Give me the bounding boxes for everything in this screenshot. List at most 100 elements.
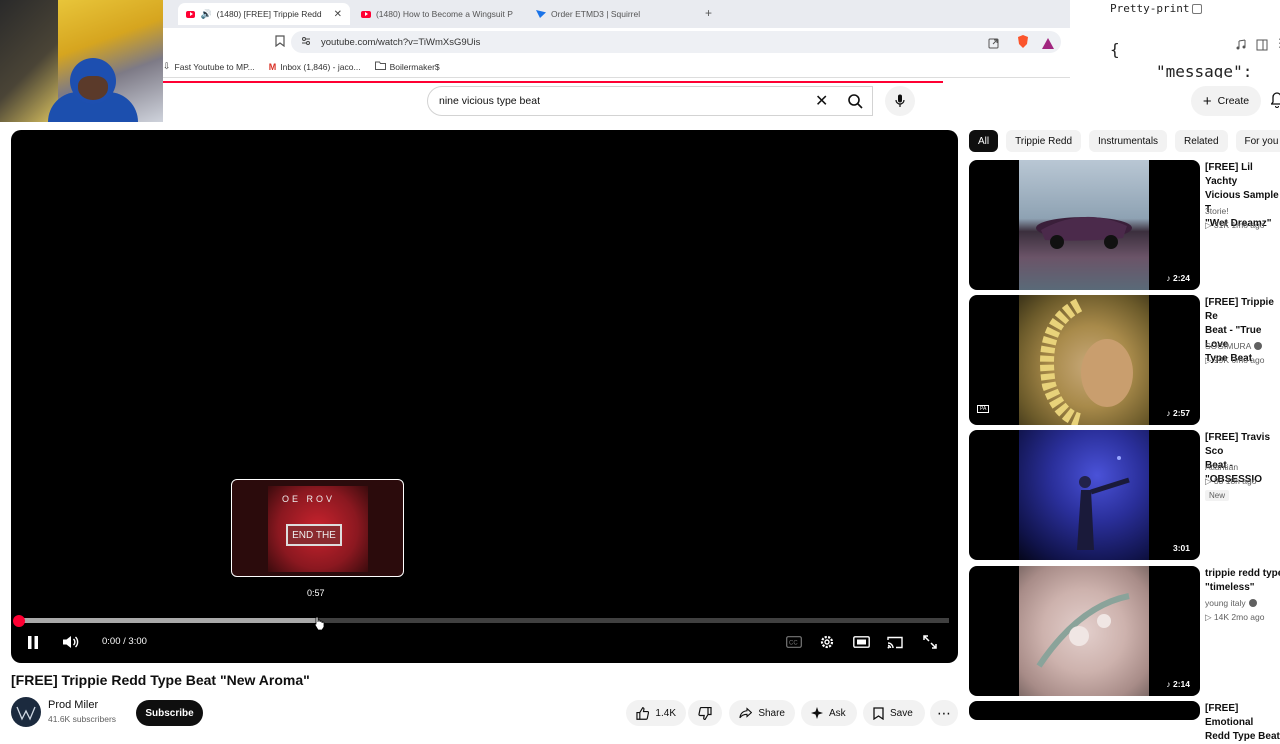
tab-wingsuit[interactable]: (1480) How to Become a Wingsuit P: [353, 3, 523, 25]
recommendation-item[interactable]: ♪ 2:24 [FREE] Lil Yachty Vicious Sample …: [969, 160, 1280, 290]
recommendation-item[interactable]: PA ♪ 2:57 [FREE] Trippie Re Beat - "True…: [969, 295, 1280, 425]
video-title: [FREE] Trippie Redd Type Beat "New Aroma…: [11, 672, 310, 688]
more-actions-button[interactable]: ⋯: [930, 700, 958, 726]
bookmark-fast-youtube[interactable]: ⇩ Fast Youtube to MP...: [163, 61, 255, 72]
close-tab-icon[interactable]: ✕: [334, 9, 342, 20]
tab-title: (1480) How to Become a Wingsuit P: [375, 9, 513, 19]
bookmark-label: Fast Youtube to MP...: [174, 61, 255, 72]
recommendation-item[interactable]: ♪ 2:14 trippie redd type "timeless" youn…: [969, 566, 1280, 696]
recommendation-meta: ▷ 31K 1mo ago: [1205, 220, 1265, 230]
video-player[interactable]: OE ROV END THE 0:57 0:00 / 3:00 CC: [11, 130, 958, 663]
recommendation-item[interactable]: 3:01 [FREE] Travis Sco Beat - "OBSESSIO …: [969, 430, 1280, 560]
gmail-icon: M: [268, 61, 277, 72]
bookmark-save-icon: [873, 706, 884, 720]
theater-mode-icon: [852, 636, 870, 648]
pretty-print-checkbox[interactable]: [1192, 3, 1203, 14]
recommendation-channel[interactable]: 3torie!: [1205, 206, 1229, 216]
new-tab-button[interactable]: +: [705, 6, 712, 20]
gear-icon: [820, 635, 834, 649]
bookmarks-bar: ⇩ Fast Youtube to MP... M Inbox (1,846) …: [163, 56, 1070, 78]
scrub-preview-thumbnail: OE ROV END THE: [231, 479, 404, 577]
more-icon[interactable]: ⋮: [1274, 36, 1280, 50]
video-thumbnail[interactable]: ♪ 2:24: [969, 160, 1200, 290]
bookmark-icon[interactable]: [275, 35, 285, 50]
chip-trippie-redd[interactable]: Trippie Redd: [1006, 130, 1082, 152]
sparkle-icon: [811, 707, 823, 719]
save-button[interactable]: Save: [863, 700, 925, 726]
fullscreen-button[interactable]: [921, 631, 939, 653]
settings-button[interactable]: [818, 631, 836, 653]
brave-rewards-icon[interactable]: [1042, 36, 1054, 54]
share-button[interactable]: Share: [729, 700, 795, 726]
chip-instrumentals[interactable]: Instrumentals: [1089, 130, 1168, 152]
scrubber-handle[interactable]: [13, 615, 25, 627]
search-button[interactable]: [837, 86, 873, 116]
share-icon: [739, 707, 753, 719]
search-input[interactable]: nine vicious type beat: [427, 86, 873, 116]
bookmark-inbox[interactable]: M Inbox (1,846) - jaco...: [269, 62, 361, 72]
recommendation-meta: ▷ 99K 6mo ago: [1205, 355, 1265, 365]
captions-button[interactable]: CC: [785, 631, 803, 653]
site-info-icon[interactable]: [301, 36, 311, 49]
recommendation-channel[interactable]: SOGIMURA: [1205, 341, 1263, 351]
video-thumbnail[interactable]: PA ♪ 2:57: [969, 295, 1200, 425]
json-open-brace: {: [1110, 40, 1120, 59]
dislike-button[interactable]: [688, 700, 722, 726]
ask-label: Ask: [829, 707, 846, 719]
verified-icon: [1248, 599, 1257, 607]
channel-label: young italy: [1205, 598, 1246, 608]
bookmark-boilermaker[interactable]: Boilermaker$: [374, 61, 440, 72]
create-button[interactable]: + Create: [1191, 86, 1261, 116]
duration-badge: 3:01: [1168, 542, 1194, 554]
channel-label: 3torie!: [1205, 206, 1229, 216]
create-label: Create: [1217, 95, 1250, 107]
tab-title: (1480) [FREE] Trippie Redd Ty: [216, 9, 323, 19]
cast-button[interactable]: [886, 631, 904, 653]
subscribe-button[interactable]: Subscribe: [136, 700, 203, 726]
pretty-print-toggle[interactable]: Pretty-print: [1110, 2, 1203, 15]
like-count: 1.4K: [655, 707, 676, 719]
squirrel-favicon-icon: [536, 10, 546, 18]
channel-name[interactable]: Prod Miler: [48, 699, 98, 711]
tab-title: Order ETMD3 | Squirrel: [551, 9, 641, 19]
duration-badge: ♪ 2:14: [1162, 678, 1194, 690]
channel-avatar[interactable]: [11, 697, 41, 727]
chip-for-you[interactable]: For you: [1235, 130, 1280, 152]
open-in-app-icon[interactable]: [988, 36, 999, 54]
tab-youtube-trippie[interactable]: 🔊 (1480) [FREE] Trippie Redd Ty ✕: [178, 3, 350, 25]
microphone-icon: [895, 94, 905, 107]
download-icon: ⇩: [163, 61, 171, 71]
search-icon: [847, 93, 863, 109]
theater-mode-button[interactable]: [852, 631, 870, 653]
mute-button[interactable]: [61, 631, 81, 653]
preview-label: END THE: [286, 524, 342, 546]
chip-all[interactable]: All: [969, 130, 999, 152]
cast-icon: [887, 636, 903, 648]
recommendation-channel[interactable]: young italy: [1205, 598, 1257, 608]
chip-related[interactable]: Related: [1175, 130, 1228, 152]
recommendation-title[interactable]: trippie redd type "timeless": [1205, 567, 1280, 595]
like-button[interactable]: 1.4K: [626, 700, 686, 726]
recommendation-channel[interactable]: Atlantian: [1205, 462, 1238, 472]
ask-button[interactable]: Ask: [801, 700, 857, 726]
brave-shield-icon[interactable]: [1017, 35, 1029, 53]
tab-squirrel[interactable]: Order ETMD3 | Squirrel: [528, 3, 698, 25]
video-thumbnail[interactable]: ♪ 2:14: [969, 566, 1200, 696]
sidebar-icon[interactable]: [1256, 36, 1268, 55]
verified-icon: [1254, 342, 1263, 350]
address-bar[interactable]: youtube.com/watch?v=TiWmXsG9Uis: [291, 31, 1061, 53]
video-thumbnail[interactable]: 3:01: [969, 430, 1200, 560]
channel-label: Atlantian: [1205, 462, 1239, 472]
captions-icon: CC: [786, 636, 802, 648]
pause-button[interactable]: [25, 631, 41, 653]
voice-search-button[interactable]: [885, 86, 915, 116]
media-controls-icon[interactable]: [1235, 36, 1247, 55]
parental-advisory-icon: PA: [977, 405, 990, 413]
clear-search-icon[interactable]: ✕: [815, 91, 828, 111]
recommendation-title[interactable]: [FREE] Emotional Redd Type Beat: [1205, 702, 1280, 744]
progress-bar[interactable]: [19, 618, 949, 623]
video-thumbnail[interactable]: [969, 701, 1200, 720]
filter-chips: All Trippie Redd Instrumentals Related F…: [969, 130, 1280, 152]
notifications-bell-icon[interactable]: [1270, 92, 1280, 108]
recommendation-item[interactable]: [FREE] Emotional Redd Type Beat: [969, 701, 1280, 742]
